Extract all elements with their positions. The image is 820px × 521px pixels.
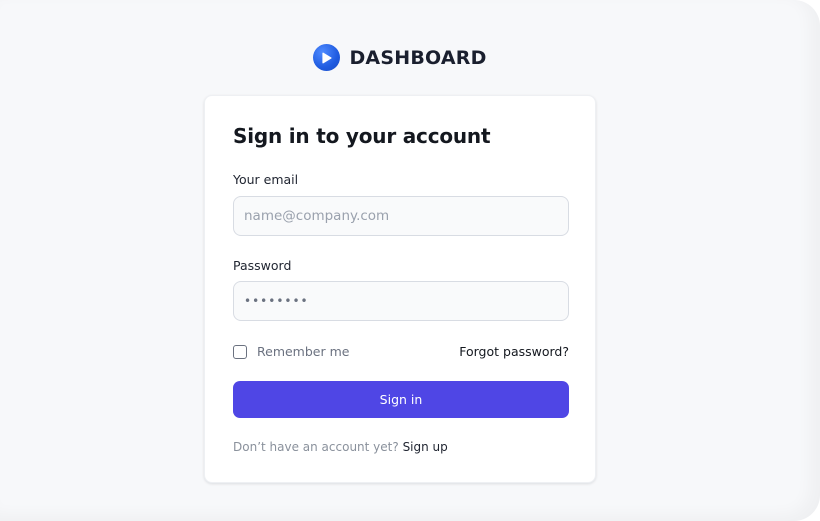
brand-header: DASHBOARD [0,44,800,71]
remember-label: Remember me [257,344,350,359]
forgot-password-link[interactable]: Forgot password? [459,344,569,359]
signin-card: Sign in to your account Your email Passw… [204,95,596,483]
password-field[interactable] [233,281,569,321]
brand-name: DASHBOARD [349,46,487,69]
signup-prompt: Don’t have an account yet? Sign up [233,440,448,454]
options-row: Remember me Forgot password? [233,344,569,359]
sign-up-link[interactable]: Sign up [403,440,448,454]
page-background: DASHBOARD Sign in to your account Your e… [0,0,820,521]
email-field[interactable] [233,196,569,236]
email-label: Your email [233,172,299,187]
signup-prompt-text: Don’t have an account yet? [233,440,399,454]
page-title: Sign in to your account [233,124,491,148]
password-label: Password [233,258,292,273]
remember-me: Remember me [233,344,349,359]
play-circle-icon [313,44,341,71]
remember-checkbox[interactable] [233,344,247,359]
sign-in-button[interactable]: Sign in [233,381,569,418]
